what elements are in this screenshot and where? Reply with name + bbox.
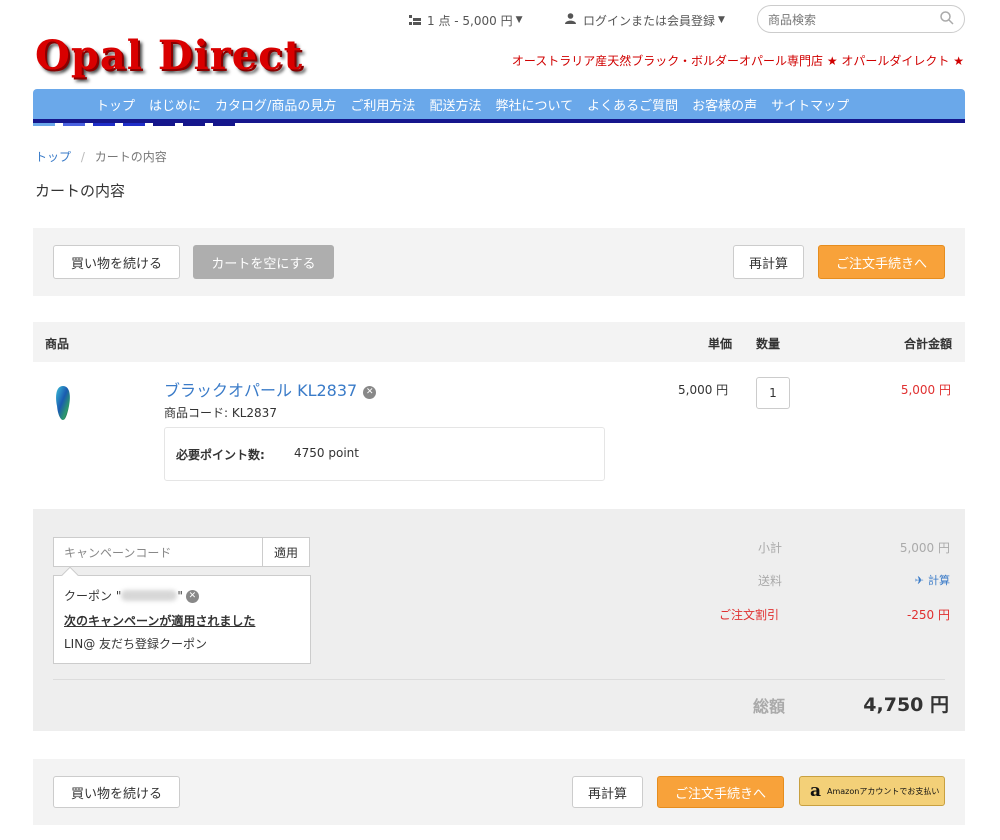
redacted-coupon-code [121, 590, 178, 601]
breadcrumb-home[interactable]: トップ [35, 150, 71, 164]
apply-campaign-button[interactable]: 適用 [263, 537, 310, 567]
breadcrumb: トップ / カートの内容 [35, 148, 167, 165]
recalculate-button[interactable]: 再計算 [733, 245, 804, 279]
search-icon[interactable] [940, 11, 954, 28]
plane-icon: ✈ [914, 574, 924, 587]
nav-item-sitemap[interactable]: サイトマップ [771, 95, 849, 114]
discount-label: ご注文割引 [719, 608, 780, 622]
breadcrumb-current: カートの内容 [94, 150, 167, 164]
nav-item-faq[interactable]: よくあるご質問 [587, 95, 678, 114]
nav-item-intro[interactable]: はじめに [149, 95, 201, 114]
subtotal-label: 小計 [758, 541, 783, 555]
campaign-placeholder: キャンペーンコード [64, 545, 172, 560]
nav-item-usage[interactable]: ご利用方法 [350, 95, 415, 114]
product-thumbnail[interactable] [53, 384, 73, 426]
search-placeholder: 商品検索 [768, 12, 817, 27]
product-name: ブラックオパール KL2837 [164, 381, 358, 400]
line-total: 5,000 円 [900, 383, 951, 397]
remove-coupon-icon[interactable]: ✕ [185, 590, 199, 603]
header-product: 商品 [45, 337, 70, 351]
nav-decoration [183, 123, 205, 126]
cart-icon [409, 15, 421, 25]
campaign-name: LIN@ 友だち登録クーポン [64, 637, 208, 651]
cart-table-header: 商品 単価 数量 合計金額 [33, 322, 965, 362]
user-icon [565, 13, 576, 27]
chevron-down-icon: ▼ [515, 15, 523, 25]
coupon-prefix: クーポン " [64, 589, 122, 603]
cart-summary: 1 点 - 5,000 円 [427, 13, 513, 28]
nav-item-shipping[interactable]: 配送方法 [429, 95, 481, 114]
login-menu[interactable]: ログインまたは会員登録 ▼ [565, 10, 725, 30]
main-nav: トップ はじめに カタログ/商品の見方 ご利用方法 配送方法 弊社について よく… [33, 89, 965, 119]
amazon-pay-button[interactable]: a Amazonアカウントでお支払い [799, 776, 945, 806]
page-title: カートの内容 [35, 182, 126, 200]
coupon-line: クーポン " " ✕ [64, 587, 199, 604]
nav-decoration [93, 123, 115, 126]
nav-item-about[interactable]: 弊社について [495, 95, 573, 114]
mini-cart[interactable]: 1 点 - 5,000 円 ▼ [409, 10, 523, 30]
header-unit-price: 単価 [708, 337, 733, 351]
nav-decoration [33, 123, 55, 126]
nav-item-top[interactable]: トップ [96, 95, 135, 114]
remove-item-icon[interactable]: ✕ [363, 386, 377, 399]
coupon-popover: クーポン " " ✕ 次のキャンペーンが適用されました LIN@ 友だち登録クーポン [53, 566, 311, 664]
header-quantity: 数量 [756, 337, 781, 351]
points-box: 必要ポイント数: 4750 point [164, 427, 605, 481]
site-logo[interactable]: Opal Direct [35, 32, 303, 80]
grand-total-label: 総額 [753, 697, 786, 716]
nav-decoration [213, 123, 235, 126]
campaign-code-input[interactable]: キャンペーンコード [53, 537, 263, 567]
nav-decoration [63, 123, 85, 126]
nav-item-reviews[interactable]: お客様の声 [692, 95, 757, 114]
product-name-link[interactable]: ブラックオパール KL2837 ✕ [164, 377, 377, 401]
chevron-down-icon: ▼ [718, 15, 725, 25]
shipping-label: 送料 [758, 574, 783, 588]
points-label: 必要ポイント数: [176, 448, 265, 462]
search-input[interactable]: 商品検索 [757, 5, 965, 33]
continue-shopping-button[interactable]: 買い物を続ける [53, 776, 180, 808]
campaign-applied-title: 次のキャンペーンが適用されました [64, 614, 256, 628]
tagline: オーストラリア産天然ブラック・ボルダーオパール専門店 ★ オパールダイレクト ★ [511, 54, 964, 68]
amazon-pay-label: Amazonアカウントでお支払い [827, 786, 940, 796]
shipping-calc-link[interactable]: ✈ 計算 [915, 572, 950, 588]
summary-divider [53, 679, 945, 680]
shipping-calc-label: 計算 [928, 574, 950, 587]
amazon-logo-icon: a [810, 780, 822, 801]
login-label: ログインまたは会員登録 [583, 13, 716, 28]
empty-cart-button[interactable]: カートを空にする [193, 245, 334, 279]
recalculate-button[interactable]: 再計算 [572, 776, 643, 808]
subtotal-value: 5,000 円 [899, 541, 950, 555]
nav-decoration [153, 123, 175, 126]
points-value: 4750 point [294, 446, 359, 460]
grand-total-value: 4,750 円 [863, 694, 949, 716]
checkout-button[interactable]: ご注文手続きへ [657, 776, 784, 808]
checkout-button[interactable]: ご注文手続きへ [818, 245, 945, 279]
nav-item-catalog[interactable]: カタログ/商品の見方 [215, 95, 336, 114]
header-total: 合計金額 [903, 337, 952, 351]
unit-price: 5,000 円 [678, 383, 729, 397]
coupon-suffix: " [177, 589, 183, 603]
continue-shopping-button[interactable]: 買い物を続ける [53, 245, 180, 279]
breadcrumb-separator: / [80, 150, 85, 164]
product-code: 商品コード: KL2837 [164, 406, 277, 420]
discount-value: -250 円 [906, 608, 950, 622]
nav-decoration [123, 123, 145, 126]
quantity-input[interactable]: 1 [756, 377, 790, 409]
